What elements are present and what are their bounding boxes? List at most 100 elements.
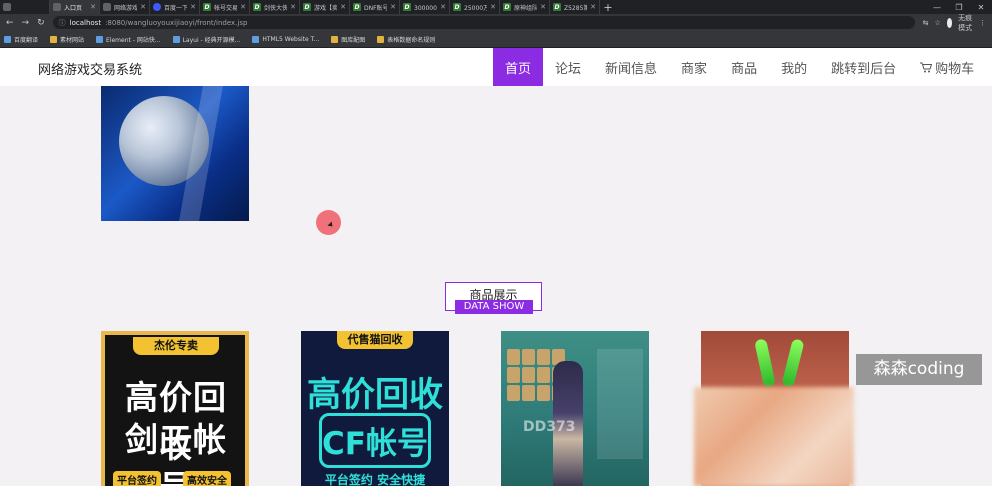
close-icon[interactable]: ✕ [290, 3, 296, 11]
main-nav: 首页 论坛 新闻信息 商家 商品 我的 跳转到后台 购物车 [493, 48, 986, 86]
bookmark-item[interactable]: 素材网站 [50, 35, 84, 44]
translate-icon[interactable]: ⇆ [923, 19, 929, 27]
chrome-icon [103, 3, 111, 11]
folder-icon [50, 35, 58, 43]
goods-card[interactable]: 杰伦专卖 高价回收 剑三帐号 平台签约 高效安全 [101, 331, 249, 486]
browser-tab[interactable]: DDNF账号回收✕ [350, 0, 400, 14]
new-tab-button[interactable]: + [600, 0, 616, 14]
browser-tab-strip: 入口页✕ 网络游戏交易系统✕ 百度一下，你就知道✕ D帐号交易 DD373✕ D… [0, 0, 992, 14]
folder-icon [377, 35, 385, 43]
cart-label: 购物车 [935, 61, 975, 77]
stats-panel [597, 349, 643, 459]
star-icon[interactable]: ☆ [935, 19, 941, 27]
d-icon: D [403, 3, 411, 11]
bookmark-item[interactable]: 百度翻译 [4, 35, 38, 44]
bookmarks-bar: 百度翻译 素材网站 Element - 网站快... Layui - 经典开源模… [0, 31, 992, 48]
nav-merchants[interactable]: 商家 [669, 48, 719, 86]
close-icon[interactable]: ✕ [490, 3, 496, 11]
d-icon: D [503, 3, 511, 11]
toolbar-right: ⇆ ☆ 无痕模式 ⋮ [923, 13, 986, 33]
goods-pill: 平台签约 [113, 471, 161, 486]
browser-tab[interactable]: 百度一下，你就知道✕ [150, 0, 200, 14]
baidu-paw-icon [153, 3, 161, 11]
browser-tab-active[interactable]: 入口页 ✕ [50, 0, 100, 14]
menu-icon[interactable]: ⋮ [979, 19, 986, 27]
folder-icon [331, 35, 339, 43]
url-host: localhost [69, 18, 102, 27]
chrome-icon [53, 3, 61, 11]
close-icon[interactable]: ✕ [90, 3, 96, 11]
cart-icon [920, 62, 933, 72]
goods-card[interactable]: 代售猫回收 高价回收 CF帐号 平台签约 安全快捷 [301, 331, 449, 486]
close-icon[interactable]: ✕ [190, 3, 196, 11]
image-watermark: DD373 [523, 419, 576, 435]
nav-cart[interactable]: 购物车 [908, 48, 986, 86]
close-icon[interactable]: ✕ [340, 3, 346, 11]
page-content: 商品展示 DATA SHOW 杰伦专卖 高价回收 剑三帐号 平台签约 高效安全 … [0, 86, 992, 486]
nav-news[interactable]: 新闻信息 [593, 48, 669, 86]
bookmark-item[interactable]: Layui - 经典开源模... [172, 35, 240, 44]
browser-tab[interactable]: D300000万金币✕ [400, 0, 450, 14]
d-icon: D [303, 3, 311, 11]
news-image[interactable] [101, 86, 249, 221]
nav-mine[interactable]: 我的 [769, 48, 819, 86]
close-icon[interactable]: ✕ [590, 3, 596, 11]
site-header: 网络游戏交易系统 首页 论坛 新闻信息 商家 商品 我的 跳转到后台 购物车 [0, 48, 992, 86]
address-bar[interactable]: ⓘ localhost:8080/wangluoyouxijiaoyi/fron… [52, 16, 915, 29]
blurred-overlay [694, 387, 854, 486]
url-path: :8080/wangluoyouxijiaoyi/front/index.jsp [105, 18, 248, 27]
goods-headline: 高价回收 [307, 375, 443, 415]
chrome-icon [3, 3, 11, 11]
close-icon[interactable]: ✕ [440, 3, 446, 11]
blade-graphic [754, 338, 776, 388]
translate-icon [4, 35, 11, 43]
nav-home[interactable]: 首页 [493, 48, 544, 86]
html5-icon [252, 35, 260, 43]
d-icon: D [553, 3, 561, 11]
browser-tab[interactable]: D原神组队冰队✕ [500, 0, 550, 14]
browser-tab[interactable] [0, 0, 50, 14]
d-icon: D [203, 3, 211, 11]
back-icon[interactable]: ← [6, 18, 14, 28]
nav-admin[interactable]: 跳转到后台 [819, 48, 908, 86]
reload-icon[interactable]: ↻ [37, 18, 45, 28]
goods-card[interactable]: DD373 [501, 331, 649, 486]
cursor-highlight [316, 210, 341, 235]
close-icon[interactable]: ✕ [140, 3, 146, 11]
site-info-icon[interactable]: ⓘ [59, 18, 66, 28]
section-title: 商品展示 DATA SHOW [445, 282, 542, 314]
forward-icon[interactable]: → [22, 18, 30, 28]
browser-tab[interactable]: D帐号交易 DD373✕ [200, 0, 250, 14]
browser-tab[interactable]: DZ5285第1期✕ [550, 0, 600, 14]
site-logo[interactable]: 网络游戏交易系统 [38, 59, 142, 78]
bookmark-item[interactable]: 图库配图 [331, 35, 365, 44]
close-icon[interactable]: ✕ [540, 3, 546, 11]
profile-label[interactable]: 无痕模式 [958, 13, 973, 33]
goods-headline: CF帐号 [319, 413, 431, 468]
goods-pill: 高效安全 [183, 471, 231, 486]
layui-icon [172, 35, 180, 43]
goods-subtitle: 平台签约 安全快捷 [324, 473, 426, 486]
close-icon[interactable]: ✕ [240, 3, 246, 11]
close-icon[interactable]: ✕ [390, 3, 396, 11]
bookmark-item[interactable]: 表格数据命名规则 [377, 35, 435, 44]
section-title-en: DATA SHOW [455, 300, 533, 314]
incognito-avatar-icon[interactable] [946, 17, 953, 28]
d-icon: D [353, 3, 361, 11]
d-icon: D [253, 3, 261, 11]
browser-toolbar: ← → ↻ ⓘ localhost:8080/wangluoyouxijiaoy… [0, 13, 992, 33]
bookmark-item[interactable]: HTML5 Website T... [252, 35, 319, 43]
nav-goods[interactable]: 商品 [719, 48, 769, 86]
blade-graphic [781, 338, 805, 388]
goods-tag: 代售猫回收 [337, 331, 413, 349]
nav-forum[interactable]: 论坛 [543, 48, 593, 86]
goods-tag: 杰伦专卖 [133, 337, 219, 355]
bookmark-item[interactable]: Element - 网站快... [96, 35, 161, 44]
element-icon [96, 35, 104, 43]
video-watermark: 森森coding [856, 354, 982, 385]
d-icon: D [453, 3, 461, 11]
browser-tab[interactable]: 网络游戏交易系统✕ [100, 0, 150, 14]
browser-tab[interactable]: D游戏【卖号】✕ [300, 0, 350, 14]
browser-tab[interactable]: D剑侠大侠放回收✕ [250, 0, 300, 14]
browser-tab[interactable]: D25000万金币✕ [450, 0, 500, 14]
